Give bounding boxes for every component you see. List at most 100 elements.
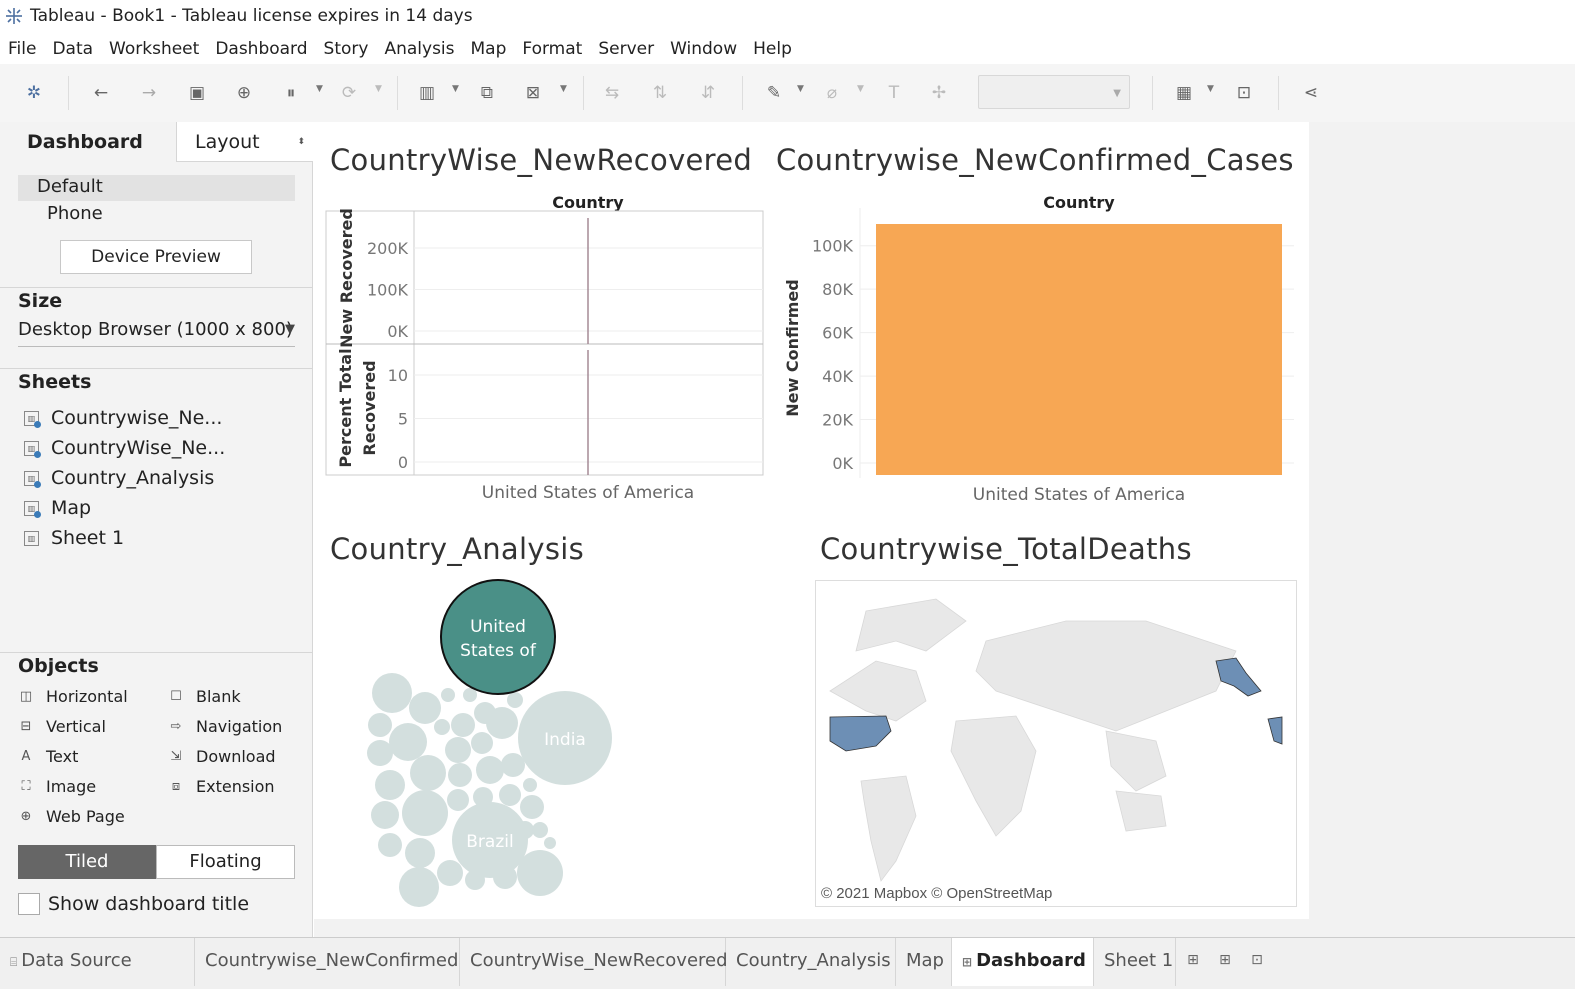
- undo-icon[interactable]: ←: [90, 82, 112, 104]
- tick-label: 10: [388, 366, 408, 385]
- sheet-item[interactable]: ▥ Country_Analysis: [24, 465, 214, 491]
- tab-layout[interactable]: Layout ⬍: [176, 122, 313, 162]
- menu-data[interactable]: Data: [52, 39, 93, 59]
- refresh-icon[interactable]: ⟳: [338, 82, 360, 104]
- tab-dashboard-1[interactable]: ⊞Dashboard 1: [952, 938, 1094, 986]
- menu-format[interactable]: Format: [522, 39, 582, 59]
- menu-dashboard[interactable]: Dashboard: [215, 39, 307, 59]
- analysis-title: Country_Analysis: [330, 532, 584, 566]
- bubble-united-states: [440, 579, 556, 695]
- group-icon[interactable]: ⌀: [821, 82, 843, 104]
- menu-analysis[interactable]: Analysis: [384, 39, 454, 59]
- pause-updates-icon[interactable]: ⏸: [280, 82, 302, 104]
- blank-icon: ☐: [170, 688, 182, 704]
- confirmed-column-header: Country: [1043, 193, 1115, 212]
- object-image[interactable]: ⛶ Image: [18, 775, 96, 797]
- tick-label: 20K: [822, 411, 853, 430]
- tab-sheet-1[interactable]: Sheet 1: [1094, 938, 1176, 986]
- sort-ascending-icon[interactable]: ⇅: [649, 82, 671, 104]
- menu-help[interactable]: Help: [753, 39, 792, 59]
- sheet-item[interactable]: ▥ Sheet 1: [24, 525, 124, 551]
- device-preview-button[interactable]: Device Preview: [60, 240, 252, 274]
- presentation-icon[interactable]: ⊡: [1233, 82, 1255, 104]
- sheet-item[interactable]: ▥ CountryWise_Ne...: [24, 435, 225, 461]
- tab-country-analysis[interactable]: Country_Analysis: [726, 938, 896, 986]
- tick-label: 100K: [812, 237, 854, 256]
- object-web-page[interactable]: ⊕ Web Page: [18, 805, 125, 827]
- object-navigation[interactable]: ⇨ Navigation: [168, 715, 283, 737]
- text-icon: A: [21, 748, 31, 764]
- duplicate-sheet-icon[interactable]: ⧉: [476, 82, 498, 104]
- sheet-item[interactable]: ▥ Map: [24, 495, 91, 521]
- tab-countrywise-newrecovered[interactable]: CountryWise_NewRecovered: [460, 938, 728, 986]
- fit-select[interactable]: ▼: [978, 75, 1130, 109]
- share-icon[interactable]: ⋖: [1300, 82, 1322, 104]
- labels-icon[interactable]: T: [883, 82, 905, 104]
- clear-sheet-icon[interactable]: ⊠: [522, 82, 544, 104]
- sheet-item[interactable]: ▥ Countrywise_Ne...: [24, 405, 222, 431]
- confirmed-title: Countrywise_NewConfirmed_Cases: [776, 143, 1294, 177]
- window-title: Tableau - Book1 - Tableau license expire…: [30, 6, 473, 26]
- confirmed-chart[interactable]: Country New Confirmed 100K 80K 60K 40K 20K 0K…: [776, 188, 1296, 513]
- save-icon[interactable]: ▣: [186, 82, 208, 104]
- object-vertical[interactable]: ⊟ Vertical: [18, 715, 106, 737]
- device-default[interactable]: Default: [18, 175, 295, 201]
- object-extension[interactable]: ⧈ Extension: [168, 775, 275, 797]
- new-recovered-axis-label: New Recovered: [337, 208, 356, 348]
- country-analysis-bubbles[interactable]: United States of India Brazil: [330, 575, 630, 915]
- objects-title: Objects: [18, 655, 99, 677]
- sort-descending-icon[interactable]: ⇵: [697, 82, 719, 104]
- show-title-checkbox[interactable]: Show dashboard title: [18, 893, 249, 915]
- new-data-source-icon[interactable]: ⊕: [233, 82, 255, 104]
- menu-map[interactable]: Map: [471, 39, 507, 59]
- tab-layout-label: Layout: [195, 131, 260, 153]
- tick-label: 0: [398, 453, 408, 472]
- swap-icon[interactable]: ⇆: [601, 82, 623, 104]
- highlight-icon[interactable]: ✎: [763, 82, 785, 104]
- tick-label: 0K: [832, 454, 853, 473]
- download-icon: ⇲: [170, 748, 182, 764]
- extension-icon: ⧈: [171, 778, 181, 794]
- tab-countrywise-newconfirmed[interactable]: Countrywise_NewConfirmed: [195, 938, 460, 986]
- sheet-icon: ▥: [24, 410, 41, 428]
- tab-dashboard[interactable]: Dashboard: [0, 122, 176, 162]
- tiled-button[interactable]: Tiled: [18, 845, 156, 879]
- show-me-icon[interactable]: ▦: [1173, 82, 1195, 104]
- south-america: [860, 775, 917, 882]
- new-confirmed-axis-label: New Confirmed: [783, 279, 802, 416]
- new-dashboard-icon[interactable]: ⊞: [1215, 952, 1235, 972]
- menu-server[interactable]: Server: [598, 39, 654, 59]
- tableau-logo-icon[interactable]: ✲: [23, 82, 45, 104]
- menu-worksheet[interactable]: Worksheet: [109, 39, 199, 59]
- size-dropdown[interactable]: Desktop Browser (1000 x 800) ▼: [18, 319, 295, 347]
- object-download[interactable]: ⇲ Download: [168, 745, 276, 767]
- object-blank[interactable]: ☐ Blank: [168, 685, 240, 707]
- vertical-icon: ⊟: [20, 718, 32, 734]
- floating-button[interactable]: Floating: [156, 845, 295, 879]
- recovered-chart[interactable]: Country 200K 100K 0K 10 5 0 New Recovered Pe…: [324, 188, 769, 508]
- object-horizontal[interactable]: ◫ Horizontal: [18, 685, 128, 707]
- tick-label: 80K: [822, 280, 853, 299]
- deaths-map[interactable]: © 2021 Mapbox © OpenStreetMap: [815, 580, 1297, 907]
- navigation-icon: ⇨: [170, 718, 182, 734]
- usa-mainland: [829, 715, 892, 752]
- menu-story[interactable]: Story: [324, 39, 369, 59]
- menu-file[interactable]: File: [8, 39, 36, 59]
- eurasia: [975, 620, 1237, 732]
- new-worksheet-icon[interactable]: ⊞: [1183, 952, 1203, 972]
- sheet-icon: ▥: [24, 440, 41, 458]
- redo-icon[interactable]: →: [138, 82, 160, 104]
- recovered-column-header: Country: [552, 193, 624, 212]
- tab-map[interactable]: Map: [896, 938, 952, 986]
- tick-label: 40K: [822, 367, 853, 386]
- dashboard-icon: ⊞: [962, 955, 973, 969]
- object-text[interactable]: A Text: [18, 745, 79, 767]
- tab-data-source[interactable]: ⌸ Data Source: [0, 938, 195, 986]
- device-phone[interactable]: Phone: [47, 203, 103, 224]
- new-story-icon[interactable]: ⊡: [1247, 952, 1267, 972]
- tick-label: 60K: [822, 324, 853, 343]
- map-attribution: © 2021 Mapbox © OpenStreetMap: [821, 885, 1053, 902]
- new-worksheet-icon[interactable]: ▥: [416, 82, 438, 104]
- fix-axes-icon[interactable]: ✢: [928, 82, 950, 104]
- menu-window[interactable]: Window: [670, 39, 737, 59]
